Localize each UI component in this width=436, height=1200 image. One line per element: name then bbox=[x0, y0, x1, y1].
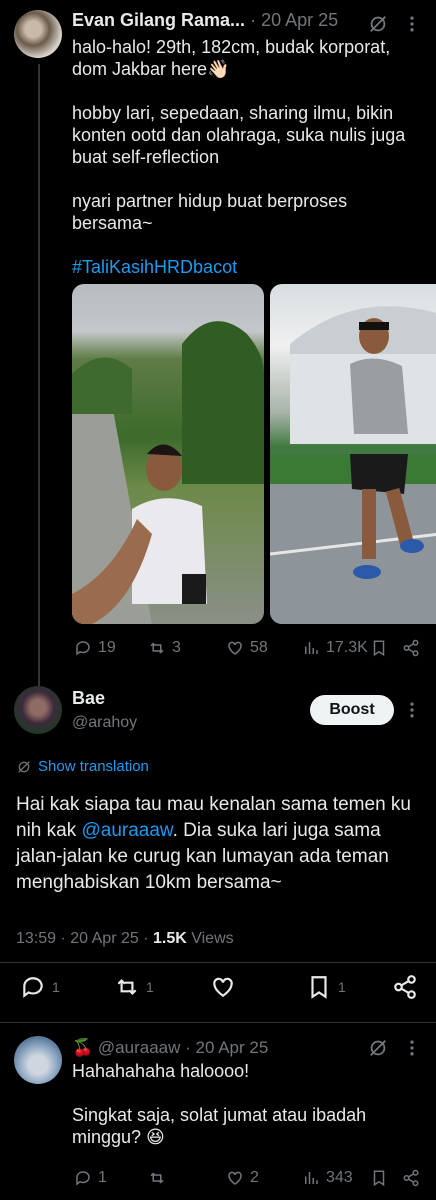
share-icon bbox=[403, 1169, 419, 1187]
selfie-illustration bbox=[72, 321, 264, 624]
post-header: 🍒 @auraaaw · 20 Apr 25 bbox=[72, 1038, 268, 1058]
repost-icon bbox=[150, 642, 164, 654]
bookmark-button[interactable] bbox=[370, 1169, 388, 1187]
post-time[interactable]: 13:59 bbox=[16, 930, 56, 947]
views-count: 1.5K bbox=[152, 930, 187, 947]
like-button[interactable] bbox=[210, 974, 236, 1000]
bookmark-icon bbox=[373, 1170, 385, 1187]
repost-count: 1 bbox=[146, 979, 154, 995]
grok-icon[interactable] bbox=[366, 12, 390, 36]
author-name[interactable]: Bae bbox=[72, 688, 105, 709]
post-paragraph: Singkat saja, solat jumat atau ibadah mi… bbox=[72, 1105, 367, 1147]
share-icon bbox=[403, 639, 419, 657]
runner-illustration bbox=[270, 306, 436, 624]
post-paragraph: nyari partner hidup buat berproses bersa… bbox=[72, 191, 348, 233]
post-date[interactable]: · 20 Apr 25 bbox=[250, 10, 338, 30]
translate-icon bbox=[18, 760, 30, 773]
translation-label[interactable]: Show translation bbox=[38, 758, 149, 775]
divider bbox=[0, 1022, 436, 1023]
views-icon bbox=[305, 1172, 318, 1184]
author-handle[interactable]: @auraaaw bbox=[98, 1038, 180, 1057]
post-date[interactable]: · 20 Apr 25 bbox=[185, 1038, 268, 1057]
bookmark-button[interactable]: 1 bbox=[306, 974, 346, 1000]
reply-icon bbox=[23, 977, 43, 998]
post-date[interactable]: 20 Apr 25 bbox=[70, 930, 139, 947]
grok-icon[interactable] bbox=[366, 1036, 390, 1060]
post-paragraph: hobby lari, sepedaan, sharing ilmu, biki… bbox=[72, 103, 406, 167]
reply-count: 19 bbox=[98, 639, 116, 656]
more-options-icon[interactable] bbox=[402, 698, 422, 722]
views-label: Views bbox=[191, 930, 234, 947]
avatar[interactable] bbox=[14, 686, 62, 734]
reply-button[interactable]: 1 bbox=[74, 1169, 107, 1187]
bookmark-button[interactable] bbox=[370, 639, 388, 657]
like-count: 2 bbox=[250, 1169, 259, 1186]
views-count: 343 bbox=[326, 1169, 353, 1186]
post-paragraph: halo-halo! 29th, 182cm, budak korporat, … bbox=[72, 37, 391, 79]
photo-selfie[interactable] bbox=[72, 284, 264, 624]
repost-button[interactable]: 1 bbox=[114, 974, 154, 1000]
mention-link[interactable]: @auraaaw bbox=[81, 820, 172, 841]
reply-count: 1 bbox=[52, 979, 60, 995]
photo-running[interactable] bbox=[270, 284, 436, 624]
heart-icon bbox=[213, 977, 233, 997]
like-count: 58 bbox=[250, 639, 268, 656]
views-button[interactable]: 17.3K bbox=[302, 639, 368, 657]
boost-button[interactable]: Boost bbox=[310, 695, 394, 725]
avatar[interactable] bbox=[14, 1036, 62, 1084]
divider bbox=[0, 962, 436, 963]
share-button[interactable] bbox=[402, 1169, 420, 1187]
repost-icon bbox=[150, 1172, 164, 1184]
bookmark-icon bbox=[311, 976, 327, 999]
post-body: Hai kak siapa tau mau kenalan sama temen… bbox=[16, 792, 426, 896]
reply-button[interactable]: 19 bbox=[74, 639, 116, 657]
more-options-icon[interactable] bbox=[402, 1036, 422, 1060]
hashtag-link[interactable]: #TaliKasihHRDbacot bbox=[72, 256, 422, 278]
bookmark-icon bbox=[373, 640, 385, 657]
like-button[interactable]: 2 bbox=[226, 1169, 259, 1187]
author-handle[interactable]: @arahoy bbox=[72, 714, 137, 732]
reply-button[interactable]: 1 bbox=[20, 974, 60, 1000]
cherry-emoji: 🍒 bbox=[72, 1038, 94, 1057]
repost-button[interactable] bbox=[148, 1169, 166, 1187]
repost-button[interactable]: 3 bbox=[148, 639, 181, 657]
reply-count: 1 bbox=[98, 1169, 107, 1186]
heart-icon bbox=[228, 641, 242, 655]
post-body: halo-halo! 29th, 182cm, budak korporat, … bbox=[72, 36, 422, 300]
more-options-icon[interactable] bbox=[402, 12, 422, 36]
views-count: 17.3K bbox=[326, 639, 368, 656]
post-evan[interactable]: Evan Gilang Rama... · 20 Apr 25 halo-hal… bbox=[0, 0, 436, 670]
reply-icon bbox=[76, 641, 90, 656]
reply-icon bbox=[76, 1171, 90, 1186]
author-name[interactable]: Evan Gilang Rama... bbox=[72, 10, 245, 30]
like-button[interactable]: 58 bbox=[226, 639, 268, 657]
repost-icon bbox=[117, 978, 137, 996]
views-icon bbox=[305, 642, 318, 654]
share-icon bbox=[394, 975, 416, 999]
heart-icon bbox=[228, 1171, 242, 1185]
post-paragraph: Hahahahaha haloooo! bbox=[72, 1061, 250, 1081]
post-header: Evan Gilang Rama... · 20 Apr 25 bbox=[72, 10, 338, 31]
post-body: Hahahahaha haloooo! Singkat saja, solat … bbox=[72, 1060, 422, 1170]
post-meta: 13:59 · 20 Apr 25 · 1.5K Views bbox=[16, 930, 234, 947]
repost-count: 3 bbox=[172, 639, 181, 656]
share-button[interactable] bbox=[392, 974, 418, 1000]
bookmark-count: 1 bbox=[338, 979, 346, 995]
views-button[interactable]: 343 bbox=[302, 1169, 353, 1187]
show-translation-link[interactable]: Show translation bbox=[16, 758, 149, 775]
share-button[interactable] bbox=[402, 639, 420, 657]
avatar[interactable] bbox=[14, 10, 62, 58]
